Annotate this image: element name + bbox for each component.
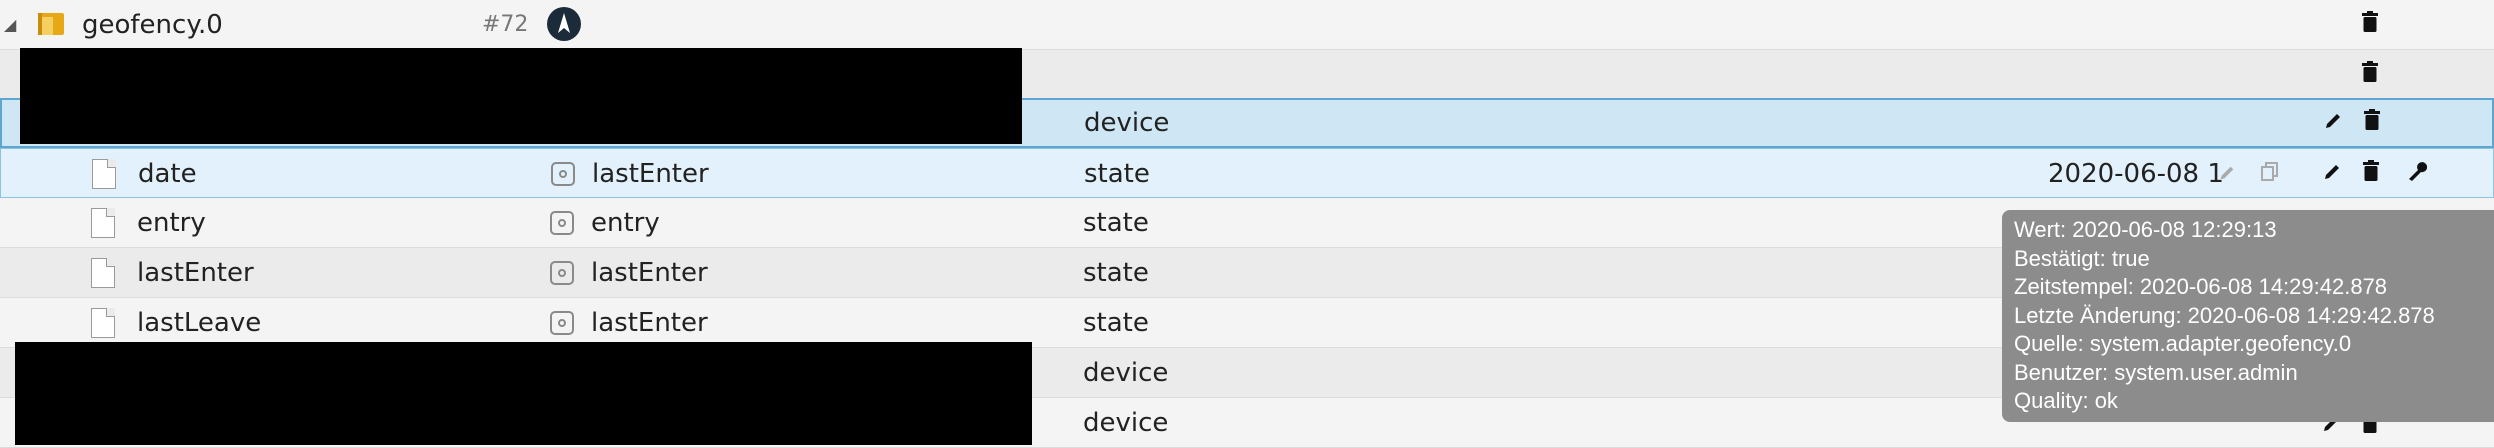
row-type: state	[1083, 308, 1149, 338]
tooltip-line: Wert: 2020-06-08 12:29:13	[2014, 217, 2277, 242]
tooltip-line: Benutzer: system.user.admin	[2014, 359, 2298, 385]
delete-button[interactable]	[2353, 156, 2389, 192]
pencil-icon	[2220, 166, 2234, 180]
row-name: lastEnter	[591, 258, 708, 288]
row-id: lastLeave	[137, 308, 262, 338]
settings-button[interactable]	[2398, 156, 2434, 192]
geofency-adapter-icon	[547, 7, 581, 41]
row-type: device	[1083, 408, 1169, 438]
state-tooltip: Wert: 2020-06-08 12:29:13 Bestätigt: tru…	[2002, 210, 2494, 422]
file-icon	[91, 258, 115, 288]
edit-button[interactable]	[2315, 105, 2351, 141]
redaction-box	[20, 48, 1022, 144]
row-id: date	[138, 159, 197, 189]
pencil-icon	[2326, 114, 2340, 128]
wrench-icon	[2409, 162, 2428, 181]
row-type: state	[1083, 208, 1149, 238]
root-name: geofency.0	[82, 10, 223, 40]
file-icon	[92, 159, 116, 189]
folder-icon	[38, 13, 64, 35]
trash-icon	[2363, 160, 2379, 181]
tooltip-line: Quality: ok	[2014, 388, 2118, 413]
trash-icon	[2362, 61, 2378, 82]
row-name: lastEnter	[592, 159, 709, 189]
delete-button[interactable]	[2352, 7, 2388, 43]
tooltip-line: Zeitstempel: 2020-06-08 14:29:42.878	[2014, 274, 2388, 299]
trash-icon	[2362, 11, 2378, 32]
file-icon	[91, 208, 115, 238]
row-name: entry	[591, 208, 660, 238]
copy-button[interactable]	[2252, 156, 2288, 192]
row-value[interactable]: 2020-06-08 1	[2048, 149, 2224, 199]
row-type: device	[1084, 108, 1170, 138]
trash-icon	[2364, 109, 2380, 130]
delete-button[interactable]	[2354, 105, 2390, 141]
state-icon	[550, 261, 574, 285]
pencil-icon	[2325, 165, 2339, 179]
edit-button[interactable]	[2314, 156, 2350, 192]
inline-edit-button[interactable]	[2209, 156, 2245, 192]
row-type: device	[1083, 358, 1169, 388]
state-icon	[550, 311, 574, 335]
tooltip-line: Bestätigt: true	[2014, 245, 2150, 271]
row-id: entry	[137, 208, 206, 238]
row-type: state	[1083, 258, 1149, 288]
file-icon	[91, 308, 115, 338]
tree-row-root[interactable]: ◢ geofency.0 #72	[0, 0, 2494, 50]
copy-icon	[2261, 162, 2278, 181]
state-icon	[550, 211, 574, 235]
expand-toggle-icon[interactable]: ◢	[4, 0, 16, 50]
row-type: state	[1084, 159, 1150, 189]
redaction-box	[15, 342, 1032, 445]
tooltip-line: Quelle: system.adapter.geofency.0	[2014, 331, 2352, 356]
delete-button[interactable]	[2352, 57, 2388, 93]
tooltip-line: Letzte Änderung: 2020-06-08 14:29:42.878	[2014, 302, 2435, 328]
state-icon	[551, 162, 575, 186]
tree-row-state[interactable]: date lastEnter state 2020-06-08 1	[0, 148, 2494, 198]
row-id: lastEnter	[137, 258, 254, 288]
row-name: lastEnter	[591, 308, 708, 338]
root-id-badge: #72	[482, 12, 529, 37]
